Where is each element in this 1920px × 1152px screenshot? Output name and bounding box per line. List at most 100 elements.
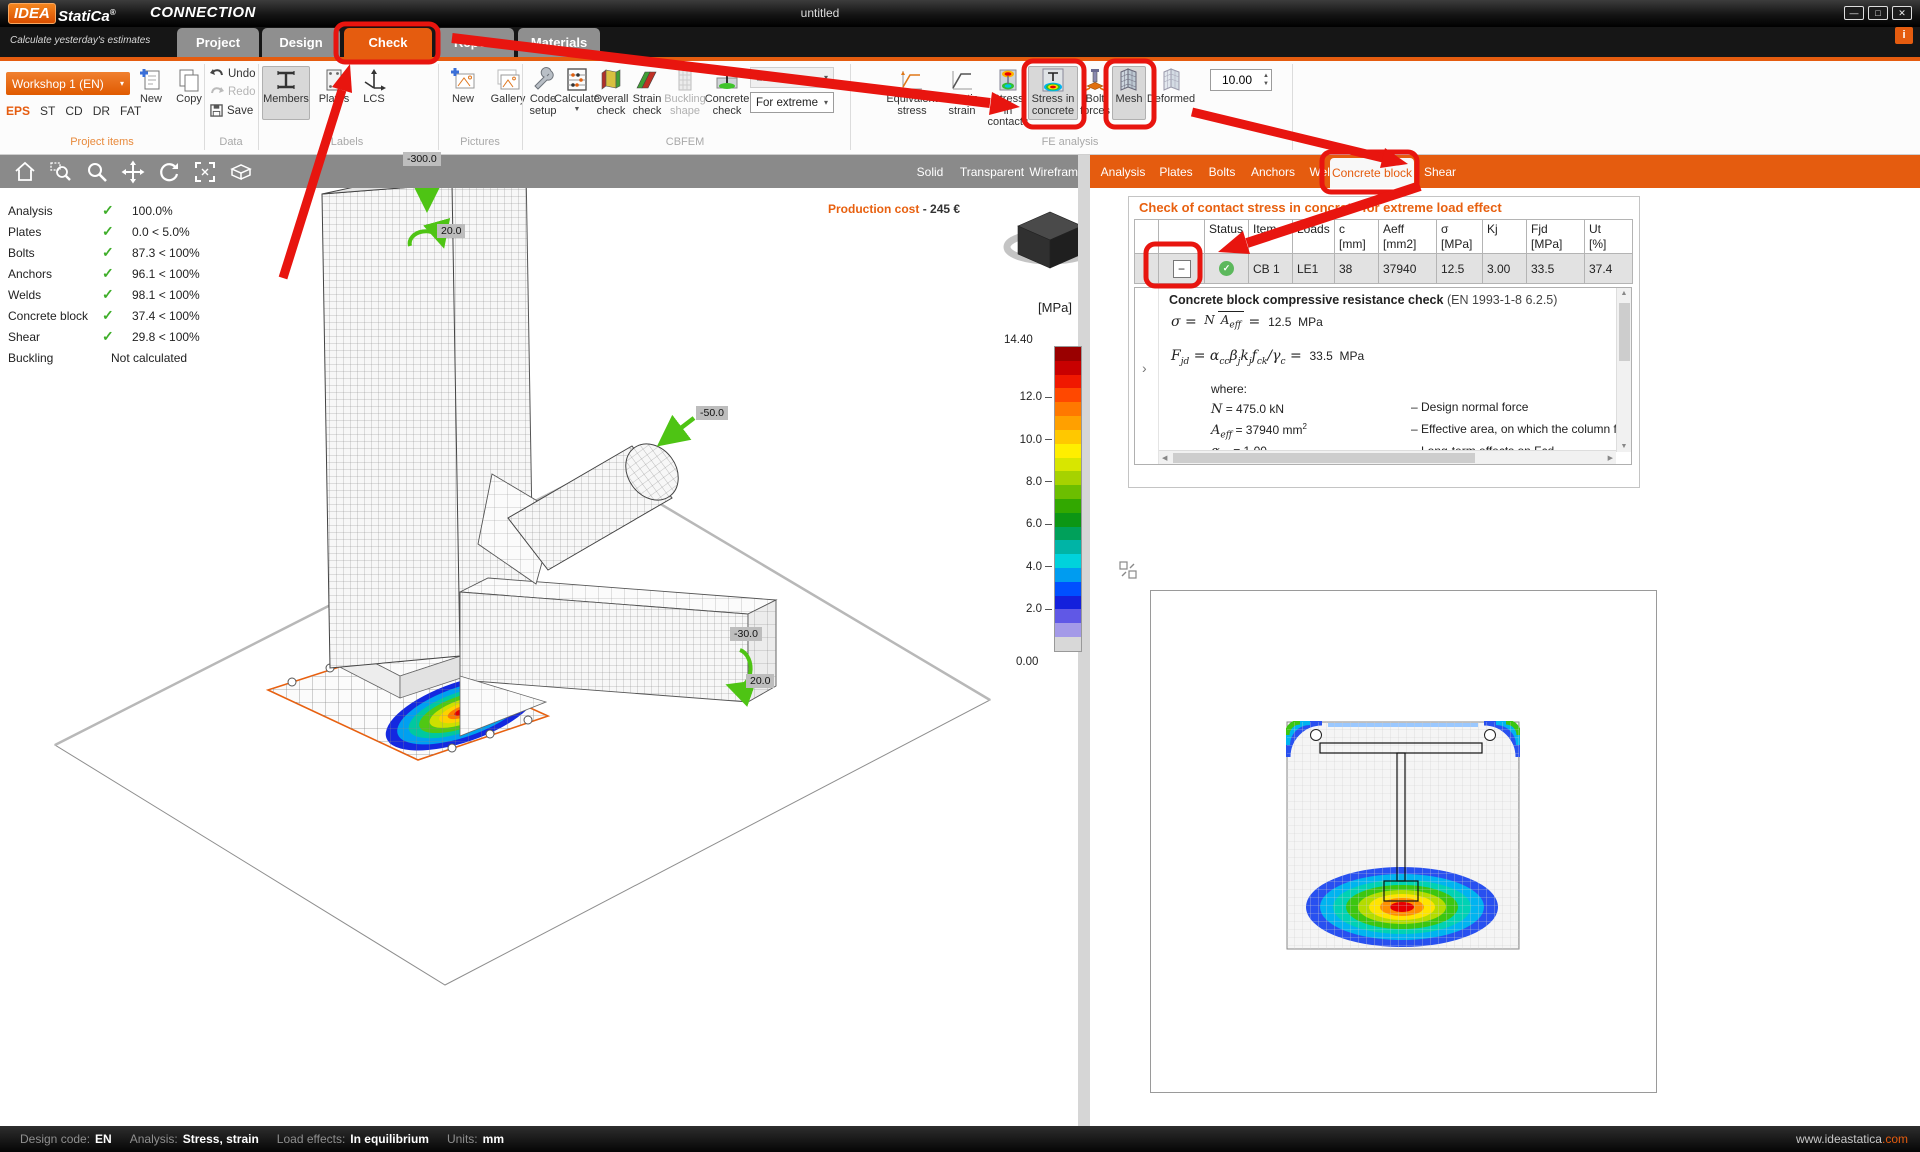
buckling-shape-button[interactable]: Buckling shape [666, 66, 704, 120]
zoom-fit-icon[interactable] [192, 160, 218, 184]
bolt-forces-icon [1082, 67, 1108, 93]
detail-expander[interactable]: › [1135, 288, 1159, 465]
vertical-scrollbar[interactable]: ▲▼ [1616, 288, 1631, 452]
type-eps[interactable]: EPS [6, 104, 30, 118]
lcs-button[interactable]: LCS [356, 66, 392, 120]
spinner-arrows[interactable]: ▲▼ [1263, 72, 1271, 89]
group-label-cbfem: CBFEM [522, 136, 848, 152]
load-label-beam: -30.0 [730, 627, 762, 641]
plastic-strain-icon [949, 67, 975, 93]
buckling-shape-icon [672, 67, 698, 93]
plastic-strain-button[interactable]: Plastic strain [940, 66, 984, 120]
tab-materials[interactable]: Materials [518, 28, 600, 57]
formula-sigma: σ = NAeff = 12.5 MPa [1171, 314, 1323, 330]
stress-in-contacts-icon [995, 67, 1021, 93]
document-title: untitled [760, 6, 880, 20]
mesh-button[interactable]: Mesh [1112, 66, 1146, 120]
bolt-forces-button[interactable]: Bolt forces [1080, 66, 1110, 120]
gallery-icon [495, 67, 521, 93]
copy-button[interactable]: Copy [172, 66, 206, 120]
check-icon: ✓ [102, 286, 114, 303]
model-3d-viewport[interactable] [0, 188, 1078, 1126]
tab-report[interactable]: Report [436, 28, 514, 57]
save-button[interactable]: Save [210, 104, 253, 117]
rtab-shear[interactable]: Shear [1420, 155, 1460, 188]
members-button[interactable]: Members [262, 66, 310, 120]
calculate-button[interactable]: Calculate ▼ [560, 66, 594, 120]
info-badge[interactable]: i [1895, 27, 1913, 44]
overall-check-button[interactable]: Overall check [594, 66, 628, 120]
pan-icon[interactable] [120, 160, 146, 184]
rtab-analysis[interactable]: Analysis [1098, 155, 1148, 188]
new-project-item-button[interactable]: New [134, 66, 168, 120]
extreme-dropdown[interactable]: For extreme▾ [750, 92, 834, 113]
strain-check-button[interactable]: Strain check [630, 66, 664, 120]
contact-stress-plot [1286, 721, 1520, 951]
view-mode-wireframe[interactable]: Wireframe [1036, 155, 1078, 188]
equivalent-stress-button[interactable]: Equivalent stress [886, 66, 938, 120]
tab-project[interactable]: Project [177, 28, 259, 57]
where-label: where: [1211, 382, 1247, 396]
row-collapse-cell: − [1159, 254, 1205, 284]
overall-check-icon [598, 67, 624, 93]
type-st[interactable]: ST [40, 104, 55, 118]
group-label-project-items: Project items [0, 136, 204, 152]
rtab-plates[interactable]: Plates [1156, 155, 1196, 188]
tab-check[interactable]: Check [344, 28, 432, 57]
status-analysis: Analysis:Stress, strain [130, 1132, 259, 1146]
expand-picture-icon[interactable] [1118, 560, 1138, 580]
calculate-caret: ▼ [574, 106, 581, 113]
stress-in-contacts-button[interactable]: Stress in contacts [988, 66, 1028, 120]
zoom-icon[interactable] [84, 160, 110, 184]
tab-design[interactable]: Design [262, 28, 340, 57]
collapse-row-button[interactable]: − [1173, 260, 1191, 278]
col-fjd: Fjd[MPa] [1527, 220, 1585, 254]
lcs-axes-icon [361, 67, 387, 93]
gallery-button[interactable]: Gallery [486, 66, 530, 120]
row-ut-cell: 37.4 [1585, 254, 1633, 284]
redo-button[interactable]: Redo [210, 86, 256, 98]
type-dr[interactable]: DR [93, 104, 110, 118]
deformed-button[interactable]: Deformed [1148, 66, 1194, 120]
new-picture-button[interactable]: New [444, 66, 482, 120]
zoom-window-icon[interactable] [48, 160, 74, 184]
group-label-labels: Labels [258, 136, 436, 152]
load-effect-dropdown[interactable]: LE1▾ [750, 67, 834, 88]
formula-fjd: Fjd = αccβjkjfck/γc = 33.5 MPa [1171, 348, 1364, 367]
row-c-cell: 38 [1335, 254, 1379, 284]
section-box-icon[interactable] [228, 160, 254, 184]
row-item-cell: CB 1 [1249, 254, 1293, 284]
rotate-icon[interactable] [156, 160, 182, 184]
project-item-dropdown[interactable]: Workshop 1 (EN)▾ [6, 72, 130, 95]
mesh-icon [1116, 67, 1142, 93]
horizontal-scrollbar[interactable]: ◀▶ [1159, 450, 1616, 464]
row-sigma-cell: 12.5 [1437, 254, 1483, 284]
undo-icon [210, 68, 224, 80]
col-c: c[mm] [1335, 220, 1379, 254]
concrete-check-button[interactable]: Concrete check [708, 66, 746, 120]
view-mode-solid[interactable]: Solid [912, 155, 948, 188]
deformed-scale-spinner[interactable]: 10.00 ▲▼ [1210, 69, 1272, 91]
close-button[interactable]: ✕ [1892, 6, 1912, 20]
row-loads-cell: LE1 [1293, 254, 1335, 284]
rtab-bolts[interactable]: Bolts [1204, 155, 1240, 188]
minimize-button[interactable]: — [1844, 6, 1864, 20]
group-label-fe-analysis: FE analysis [852, 136, 1288, 152]
website-link[interactable]: www.ideastatica.com [1796, 1132, 1908, 1146]
type-cd[interactable]: CD [65, 104, 82, 118]
concrete-check-icon [714, 67, 740, 93]
color-scale-ticks: 12.010.08.06.04.02.0 [1002, 346, 1052, 652]
rtab-anchors[interactable]: Anchors [1248, 155, 1298, 188]
concrete-block-check-section: Check of contact stress in concrete for … [1128, 196, 1640, 488]
maximize-button[interactable]: □ [1868, 6, 1888, 20]
rtab-concrete-block[interactable]: Concrete block [1330, 158, 1414, 188]
plates-button[interactable]: Plates [314, 66, 354, 120]
home-icon[interactable] [12, 160, 38, 184]
view-mode-transparent[interactable]: Transparent [952, 155, 1032, 188]
status-design-code: Design code:EN [20, 1132, 112, 1146]
concrete-block-picture [1150, 590, 1657, 1093]
undo-button[interactable]: Undo [210, 68, 256, 80]
stress-in-concrete-button[interactable]: Stress in concrete [1028, 66, 1078, 120]
check-table: Status Item Loads c[mm] Aeff[mm2] σ[MPa]… [1134, 219, 1633, 284]
copy-icon [176, 67, 202, 93]
